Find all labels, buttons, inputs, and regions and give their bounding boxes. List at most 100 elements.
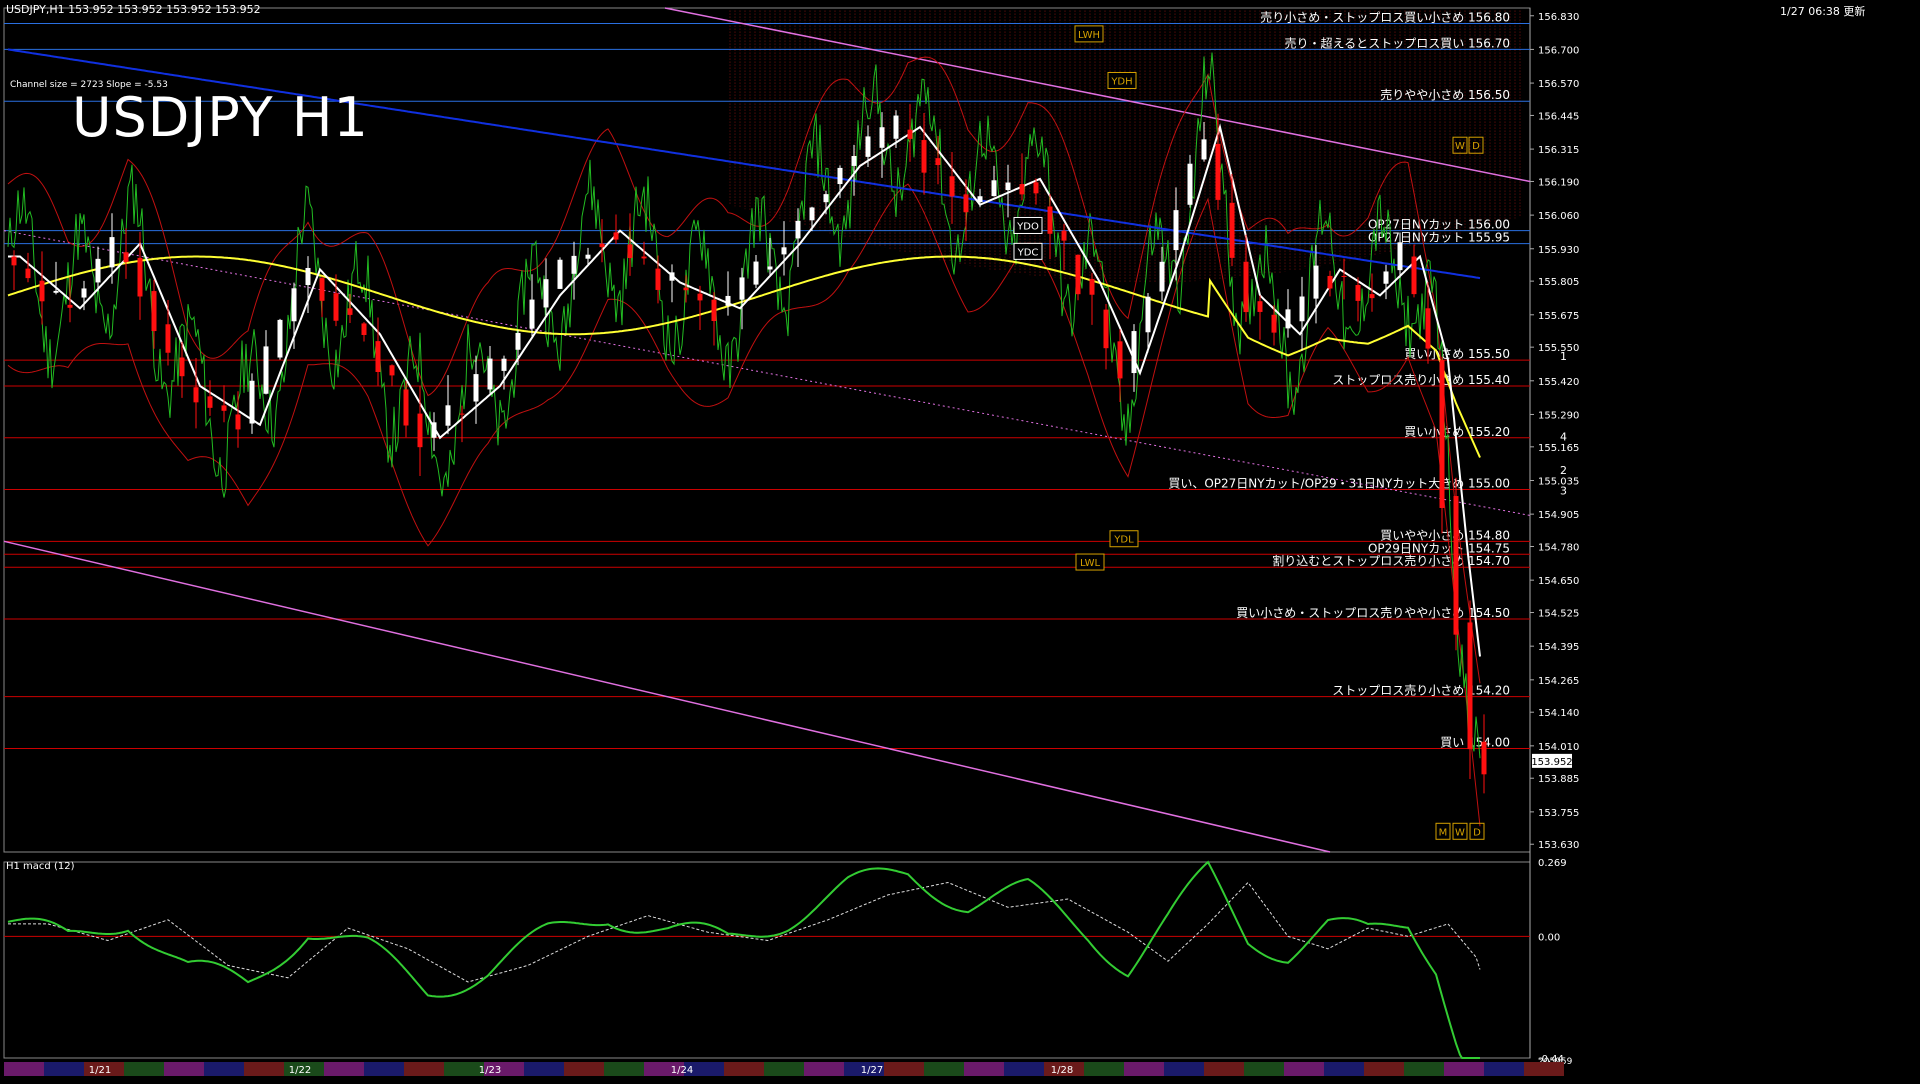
date-strip-cell <box>1204 1062 1244 1076</box>
candle-body <box>1089 278 1095 295</box>
macd-tick-label: 0.00 <box>1538 932 1560 943</box>
y-tick-label: 156.315 <box>1538 145 1579 156</box>
candle-body <box>1103 309 1109 349</box>
candle-body <box>739 277 745 300</box>
date-strip-cell <box>1524 1062 1564 1076</box>
candle-body <box>1187 163 1193 205</box>
last-price-label: 153.952 <box>1531 757 1572 768</box>
candle-body <box>1229 202 1235 258</box>
chart: 売り小さめ・ストップロス買い小さめ 156.80 売り・超えるとストップロス買い … <box>0 0 1920 1080</box>
date-strip-cell <box>1084 1062 1124 1076</box>
candle-body <box>1369 294 1375 299</box>
date-strip-cell <box>1284 1062 1324 1076</box>
candle-body <box>991 180 997 197</box>
candle-body <box>1145 296 1151 333</box>
candle-body <box>683 287 689 291</box>
date-strip-cell <box>4 1062 44 1076</box>
price-level-label: ストップロス売り小さめ 154.20 <box>1332 683 1510 698</box>
price-level-label: 割り込むとストップロス売り小さめ 154.70 <box>1272 553 1510 568</box>
y-tick-label: 154.010 <box>1538 742 1579 753</box>
date-strip-cell <box>884 1062 924 1076</box>
corner-marker-label: W <box>1455 141 1465 152</box>
candle-body <box>347 308 353 315</box>
candle-body <box>963 194 969 213</box>
date-strip-cell <box>764 1062 804 1076</box>
candle-body <box>53 290 59 293</box>
candle-body <box>529 299 535 329</box>
candle-body <box>375 341 381 372</box>
macd-signal-line <box>8 881 1481 983</box>
candle-body <box>1033 182 1039 194</box>
price-chart-svg: 売り小さめ・ストップロス買い小さめ 156.80 売り・超えるとストップロス買い … <box>3 7 1579 1076</box>
date-strip-cell <box>1484 1062 1524 1076</box>
date-strip-cell <box>364 1062 404 1076</box>
marker-box-label: YDO <box>1016 221 1039 232</box>
candle-body <box>1159 261 1165 292</box>
macd-main-line <box>7 860 1480 1059</box>
updated-time: 1/27 06:38 更新 <box>1780 5 1866 18</box>
date-strip-cell <box>124 1062 164 1076</box>
candle-body <box>11 256 17 266</box>
price-level-label: OP27日NYカット 155.95 <box>1368 231 1510 245</box>
y-tick-label: 154.905 <box>1538 510 1579 521</box>
y-tick-label: 155.930 <box>1538 245 1579 256</box>
y-tick-label: 154.650 <box>1538 576 1579 587</box>
candle-body <box>207 396 213 408</box>
candle-body <box>977 196 983 203</box>
candle-body <box>1257 301 1263 312</box>
candle-body <box>753 261 759 285</box>
candle-body <box>235 414 241 430</box>
date-strip-cell <box>324 1062 364 1076</box>
price-level-label: ストップロス売り小さめ 155.40 <box>1332 372 1510 387</box>
candle-body <box>151 291 157 332</box>
candle-body <box>473 374 479 402</box>
date-strip-cell <box>1164 1062 1204 1076</box>
date-strip-cell <box>164 1062 204 1076</box>
chart-title: USDJPY H1 <box>72 86 369 149</box>
candle-body <box>445 405 451 426</box>
candle-body <box>221 405 227 411</box>
y-tick-label: 154.780 <box>1538 543 1579 554</box>
date-strip-cell <box>244 1062 284 1076</box>
candle-body <box>921 140 927 173</box>
candle-body <box>1383 271 1389 284</box>
date-strip-cell <box>44 1062 84 1076</box>
y-tick-label: 154.265 <box>1538 676 1579 687</box>
candle-body <box>1411 256 1417 295</box>
y-tick-label: 155.035 <box>1538 476 1579 487</box>
candle-body <box>781 247 787 255</box>
date-strip-cell <box>604 1062 644 1076</box>
candle-body <box>1201 139 1207 160</box>
candle-body <box>879 127 885 148</box>
candle-body <box>1355 285 1361 301</box>
candle-body <box>263 346 269 394</box>
date-strip-cell <box>204 1062 244 1076</box>
candle-body <box>1299 296 1305 322</box>
candle-body <box>305 267 311 286</box>
candle-body <box>25 268 31 279</box>
y-tick-label: 155.165 <box>1538 443 1579 454</box>
candle-body <box>1439 360 1445 508</box>
candle-body <box>557 259 563 289</box>
candle-body <box>1453 496 1459 635</box>
candle-body <box>823 194 829 203</box>
candle-body <box>1005 182 1011 191</box>
y-tick-label: 156.060 <box>1538 211 1579 222</box>
macd-label: H1 macd (12) <box>6 861 75 872</box>
candle-body <box>1271 314 1277 333</box>
price-level-label: 買いやや小さめ 154.80 <box>1380 528 1510 542</box>
y-tick-label: 156.570 <box>1538 79 1579 90</box>
ma-fast-line <box>8 123 1481 657</box>
candle-body <box>627 244 633 259</box>
y-tick-label: 153.630 <box>1538 840 1579 851</box>
projection-label: 4 <box>1560 430 1567 443</box>
candle-body <box>613 232 619 240</box>
candle-body <box>67 304 73 308</box>
marker-box-label: LWL <box>1080 558 1101 569</box>
candle-body <box>865 136 871 157</box>
price-level-label: OP29日NYカット 154.75 <box>1368 541 1510 555</box>
candle-body <box>543 279 549 308</box>
candle-body <box>193 387 199 403</box>
candle-body <box>1019 184 1025 195</box>
projection-label: 2 <box>1560 464 1567 477</box>
